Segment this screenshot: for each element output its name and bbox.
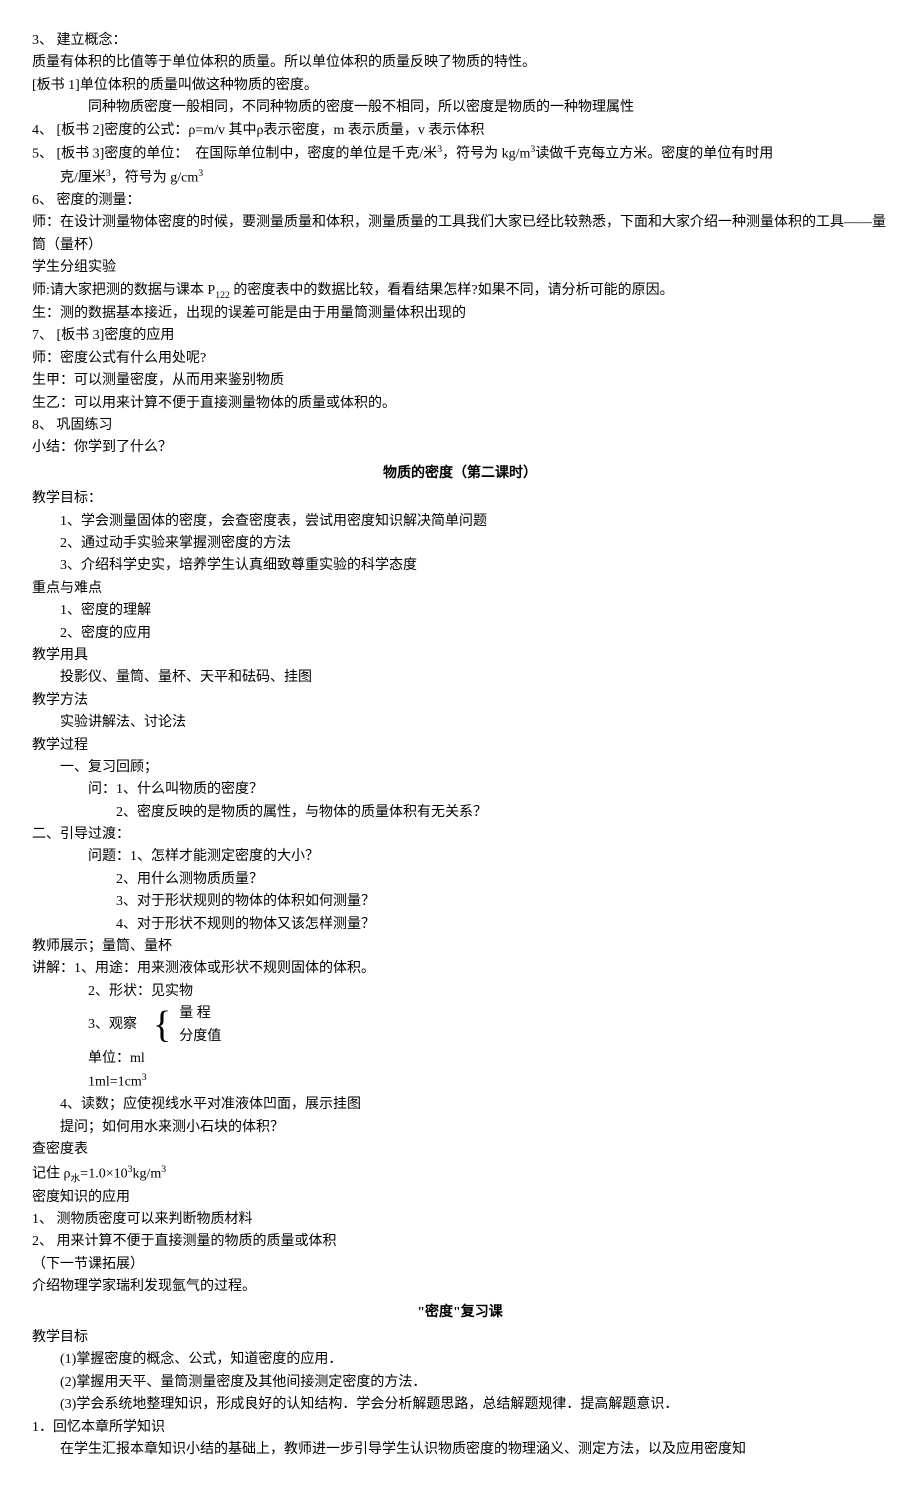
brace-item: 分度值	[179, 1026, 221, 1048]
text-line: (1)掌握密度的概念、公式，知道密度的应用．	[32, 1349, 888, 1371]
text-line: 单位：ml	[32, 1048, 888, 1070]
text-line: [板书 1]单位体积的质量叫做这种物质的密度。	[32, 75, 888, 97]
text-line: 质量有体积的比值等于单位体积的质量。所以单位体积的质量反映了物质的特性。	[32, 52, 888, 74]
text-line: 2、形状：见实物	[32, 981, 888, 1003]
text-line: 3、对于形状规则的物体的体积如何测量？	[32, 891, 888, 913]
text-line: 师：在设计测量物体密度的时候，要测量质量和体积，测量质量的工具我们大家已经比较熟…	[32, 212, 888, 257]
text-line: 5、 [板书 3]密度的单位： 在国际单位制中，密度的单位是千克/米3，符号为 …	[32, 142, 888, 166]
section-heading: 物质的密度（第二课时）	[32, 463, 888, 485]
brace-group: 3、观察 { 量 程 分度值	[32, 1003, 888, 1048]
text-line: 8、 巩固练习	[32, 415, 888, 437]
text-line: 克/厘米3，符号为 g/cm3	[32, 166, 888, 190]
text-line: 同种物质密度一般相同，不同种物质的密度一般不相同，所以密度是物质的一种物理属性	[32, 97, 888, 119]
text-line: 记住 ρ水=1.0×103kg/m3	[32, 1162, 888, 1187]
text-line: 教学过程	[32, 735, 888, 757]
text-line: 1、学会测量固体的密度，会查密度表，尝试用密度知识解决简单问题	[32, 511, 888, 533]
text-line: 介绍物理学家瑞利发现氩气的过程。	[32, 1276, 888, 1298]
text-line: 2、密度反映的是物质的属性，与物体的质量体积有无关系？	[32, 802, 888, 824]
text-line: 实验讲解法、讨论法	[32, 712, 888, 734]
text-line: 二、引导过渡：	[32, 824, 888, 846]
text-line: 重点与难点	[32, 578, 888, 600]
text-line: 7、 [板书 3]密度的应用	[32, 325, 888, 347]
text-line: 2、通过动手实验来掌握测密度的方法	[32, 533, 888, 555]
text-line: 讲解：1、用途：用来测液体或形状不规则固体的体积。	[32, 958, 888, 980]
text-line: 教学目标：	[32, 488, 888, 510]
text-line: 问题：1、怎样才能测定密度的大小？	[32, 846, 888, 868]
text-line: (2)掌握用天平、量筒测量密度及其他间接测定密度的方法．	[32, 1372, 888, 1394]
text-line: 师：密度公式有什么用处呢?	[32, 348, 888, 370]
text-line: 2、 用来计算不便于直接测量的物质的质量或体积	[32, 1231, 888, 1253]
text-line: 2、密度的应用	[32, 623, 888, 645]
text-line: 提问；如何用水来测小石块的体积？	[32, 1117, 888, 1139]
section-heading: "密度"复习课	[32, 1302, 888, 1324]
text-line: 密度知识的应用	[32, 1187, 888, 1209]
text-line: 在学生汇报本章知识小结的基础上，教师进一步引导学生认识物质密度的物理涵义、测定方…	[32, 1439, 888, 1461]
text-line: 教学用具	[32, 645, 888, 667]
text-line: 4、读数；应使视线水平对准液体凹面，展示挂图	[32, 1094, 888, 1116]
text-line: 1、 测物质密度可以来判断物质材料	[32, 1209, 888, 1231]
text-line: 1、密度的理解	[32, 600, 888, 622]
text-line: 2、用什么测物质质量？	[32, 869, 888, 891]
text-line: 生：测的数据基本接近，出现的误差可能是由于用量筒测量体积出现的	[32, 303, 888, 325]
text-line: 1ml=1cm3	[32, 1070, 888, 1094]
text-line: 教学方法	[32, 690, 888, 712]
text-line: 1．回忆本章所学知识	[32, 1417, 888, 1439]
text-line: 教师展示；量筒、量杯	[32, 936, 888, 958]
text-line: 生甲：可以测量密度，从而用来鉴别物质	[32, 370, 888, 392]
brace-icon: {	[137, 1008, 179, 1042]
text-line: 教学目标	[32, 1327, 888, 1349]
text-line: 生乙：可以用来计算不便于直接测量物体的质量或体积的。	[32, 393, 888, 415]
text-line: 投影仪、量筒、量杯、天平和砝码、挂图	[32, 667, 888, 689]
text-line: (3)学会系统地整理知识，形成良好的认知结构．学会分析解题思路，总结解题规律．提…	[32, 1394, 888, 1416]
text-line: 小结：你学到了什么？	[32, 437, 888, 459]
text-line: 6、 密度的测量：	[32, 190, 888, 212]
text-line: 学生分组实验	[32, 257, 888, 279]
text-line: 查密度表	[32, 1139, 888, 1161]
text-line: 4、对于形状不规则的物体又该怎样测量？	[32, 914, 888, 936]
text-line: 3、 建立概念：	[32, 30, 888, 52]
text-line: 4、 [板书 2]密度的公式：ρ=m/v 其中ρ表示密度，m 表示质量，v 表示…	[32, 120, 888, 142]
text-line: 一、复习回顾；	[32, 757, 888, 779]
text-line: 3、介绍科学史实，培养学生认真细致尊重实验的科学态度	[32, 555, 888, 577]
label-observe: 3、观察	[88, 1014, 137, 1036]
text-line: （下一节课拓展）	[32, 1254, 888, 1276]
text-line: 师:请大家把测的数据与课本 P122 的密度表中的数据比较，看看结果怎样?如果不…	[32, 280, 888, 303]
brace-item: 量 程	[179, 1003, 221, 1025]
text-line: 问：1、什么叫物质的密度？	[32, 779, 888, 801]
